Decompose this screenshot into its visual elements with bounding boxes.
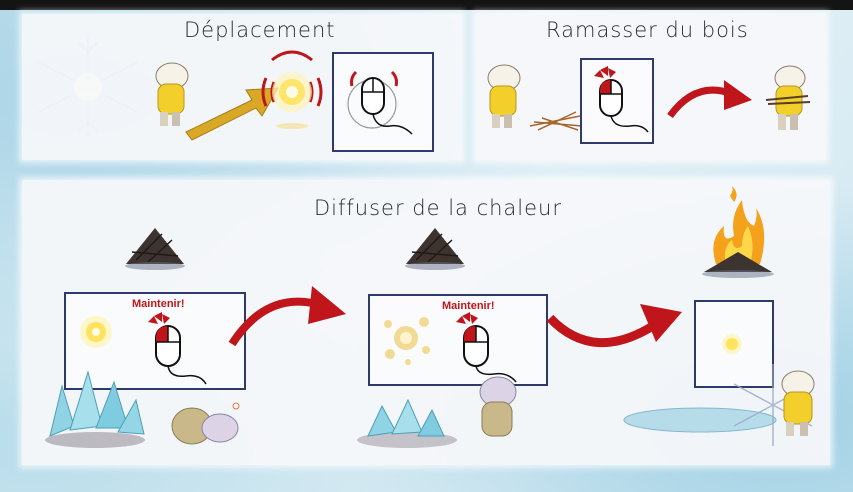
light-orb-icon [80, 316, 112, 348]
top-band [0, 0, 853, 10]
mouse-screen-move [332, 52, 434, 152]
unlit-wood-pile-icon [405, 228, 465, 270]
light-orb-icon [722, 334, 742, 354]
yellow-hooded-character-carrying [765, 65, 811, 130]
wood-sticks-icon [529, 111, 583, 131]
mouse-icon [594, 66, 649, 133]
section-title-wood: Ramasser du bois [546, 18, 749, 42]
section-heat: Diffuser de la chaleur Maintenir! Mainte… [22, 180, 830, 465]
hold-label: Maintenir! [132, 298, 185, 310]
curved-arrow-icon [546, 304, 682, 347]
section-title-heat: Diffuser de la chaleur [314, 196, 562, 220]
unlit-wood-pile-icon [125, 228, 185, 270]
light-orb-burst-icon [384, 317, 430, 365]
section-move: Déplacement [22, 14, 462, 160]
light-orb-icon [261, 50, 323, 129]
ice-crystal-icon [45, 370, 145, 448]
mouse-icon [456, 312, 517, 383]
yellow-hooded-character [487, 64, 521, 128]
curved-arrow-icon [228, 286, 346, 347]
hold-label: Maintenir! [442, 300, 495, 312]
curved-arrow-icon [667, 80, 752, 119]
section-wood: Ramasser du bois [476, 14, 826, 160]
campfire-icon [702, 186, 774, 278]
section-title-move: Déplacement [184, 18, 336, 42]
yellow-hooded-character-back [479, 376, 517, 437]
yellow-hooded-character-crouched [171, 402, 240, 445]
ice-crystal-icon [357, 398, 457, 448]
mouse-icon [148, 312, 207, 385]
yellow-hooded-character [781, 370, 815, 436]
mouse-icon [347, 70, 413, 135]
game-screen-2: Maintenir! [368, 294, 548, 386]
mouse-screen-wood [580, 58, 654, 144]
